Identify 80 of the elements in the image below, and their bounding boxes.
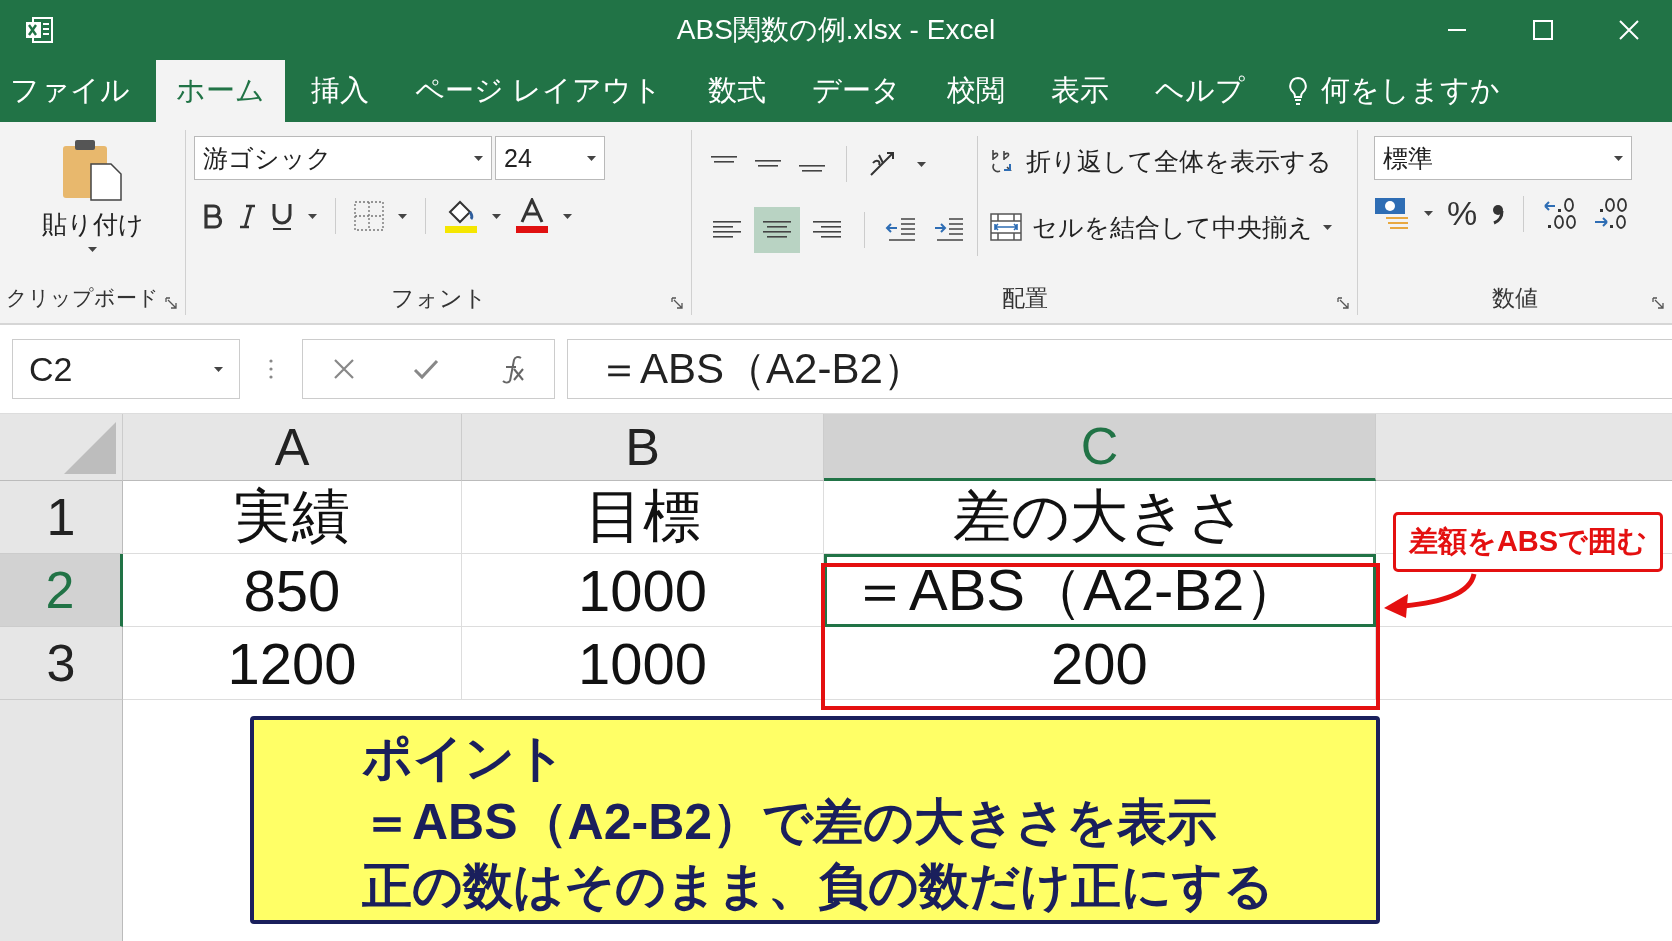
row-header[interactable]: 2 [0, 554, 123, 627]
caret-icon[interactable] [308, 213, 317, 219]
group-label: 数値 [1492, 283, 1538, 313]
callout-label: 差額をABSで囲む [1393, 512, 1663, 572]
ribbon-tab[interactable]: データ [792, 60, 922, 122]
ribbon-tab[interactable]: 表示 [1031, 60, 1130, 122]
table-cell: 目標 [462, 481, 824, 554]
window-title: ABS関数の例.xlsx - Excel [676, 13, 996, 47]
caret-icon [88, 247, 97, 252]
table-cell: 1000 [462, 554, 824, 627]
font-color-icon[interactable] [515, 198, 549, 234]
font-name-dropdown[interactable]: 游ゴシック [194, 136, 492, 180]
table-cell: ＝ABS（A2-B2） [824, 554, 1376, 627]
currency-icon[interactable] [1374, 195, 1410, 232]
row-header[interactable]: 3 [0, 627, 123, 700]
italic-icon[interactable] [238, 203, 256, 229]
note-text: ポイント [362, 729, 566, 788]
caret-icon[interactable] [587, 155, 596, 161]
table-cell: 1000 [462, 627, 824, 700]
ribbon-tab[interactable]: 校閲 [927, 60, 1026, 122]
group-label: クリップボード [6, 285, 159, 311]
increase-decimal-icon[interactable] [1542, 196, 1579, 231]
align-center-icon[interactable] [754, 207, 800, 253]
ribbon-tab[interactable]: ページ レイアウト [395, 60, 683, 122]
caret-icon[interactable] [214, 366, 223, 372]
table-cell: 差の大きさ [824, 481, 1376, 554]
caret-icon[interactable] [398, 213, 407, 219]
caret-icon[interactable] [563, 213, 572, 219]
column-header[interactable]: C [824, 414, 1376, 481]
caret-icon[interactable] [1424, 211, 1433, 216]
excel-logo-icon [24, 15, 54, 45]
percent-style-button[interactable]: % [1447, 194, 1478, 233]
maximize-icon[interactable] [1532, 19, 1554, 41]
clipboard-icon [60, 138, 125, 202]
row-header[interactable]: 1 [0, 481, 123, 554]
underline-icon[interactable] [270, 201, 294, 231]
caret-icon[interactable] [917, 161, 926, 167]
column-header[interactable]: B [462, 414, 824, 481]
close-icon[interactable] [1618, 19, 1640, 41]
caret-icon[interactable] [1323, 224, 1332, 230]
dialog-launcher-icon[interactable] [1337, 297, 1349, 309]
group-label: フォント [390, 283, 487, 313]
dialog-launcher-icon[interactable] [165, 297, 177, 309]
wrap-text-button[interactable]: 折り返して全体を表示する [990, 136, 1332, 186]
formula-field[interactable]: ＝ABS（A2-B2） [567, 339, 1672, 399]
tell-me-search[interactable]: 何をしますか [1321, 71, 1501, 111]
ribbon-tab[interactable]: ホーム [156, 60, 285, 122]
column-header[interactable]: A [123, 414, 462, 481]
table-cell: 実績 [123, 481, 462, 554]
caret-icon[interactable] [1614, 155, 1623, 161]
increase-indent-icon[interactable] [933, 216, 965, 244]
more-options-icon[interactable] [268, 357, 274, 381]
note-text: 正の数はそのまま、負の数だけ正にする [362, 857, 1274, 916]
borders-icon[interactable] [354, 201, 384, 231]
group-label: 配置 [1001, 283, 1048, 313]
number-format-dropdown[interactable]: 標準 [1374, 136, 1632, 180]
bold-icon[interactable] [202, 203, 224, 229]
dialog-launcher-icon[interactable] [671, 297, 683, 309]
table-cell: 200 [824, 627, 1376, 700]
ribbon-tab[interactable]: ファイル [0, 60, 150, 122]
merge-center-button[interactable]: セルを結合して中央揃え [990, 202, 1332, 252]
note-text: ＝ABS（A2-B2）で差の大きさを表示 [362, 793, 1218, 852]
merge-cells-icon [990, 212, 1022, 242]
fill-color-icon[interactable] [444, 198, 478, 234]
decrease-decimal-icon[interactable] [1592, 196, 1629, 231]
decrease-indent-icon[interactable] [885, 216, 917, 244]
table-cell: 850 [123, 554, 462, 627]
cancel-icon[interactable] [331, 357, 356, 381]
caret-icon[interactable] [492, 213, 501, 219]
font-size-dropdown[interactable]: 24 [495, 136, 605, 180]
table-cell: 1200 [123, 627, 462, 700]
caret-icon[interactable] [474, 155, 483, 161]
checkmark-icon[interactable] [412, 357, 439, 381]
dialog-launcher-icon[interactable] [1652, 297, 1664, 309]
paste-button[interactable]: 貼り付け [41, 136, 144, 252]
ribbon-tab[interactable]: 数式 [688, 60, 787, 122]
ribbon-tab[interactable]: 挿入 [291, 60, 389, 122]
lightbulb-icon[interactable] [1287, 76, 1310, 106]
name-box[interactable]: C2 [12, 339, 240, 399]
ribbon-tab[interactable]: ヘルプ [1135, 60, 1266, 122]
